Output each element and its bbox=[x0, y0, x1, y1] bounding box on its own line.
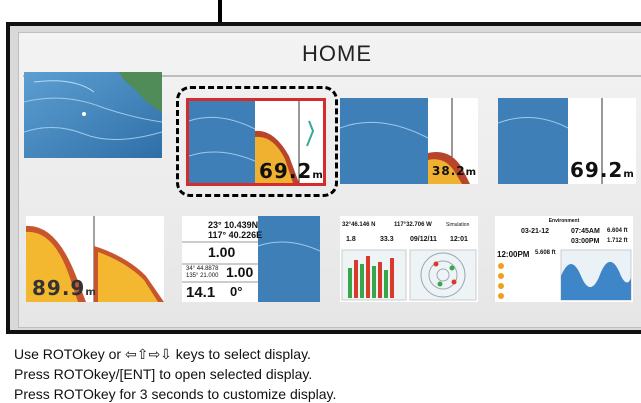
data-value-2: 1.00 bbox=[226, 264, 254, 280]
instrument-gauges bbox=[341, 249, 477, 301]
depth-value: 69.2 bbox=[570, 158, 624, 182]
selection-highlight bbox=[176, 86, 338, 197]
depth-readout: 69.2m bbox=[570, 158, 635, 182]
display-thumbnail-chart[interactable] bbox=[24, 72, 162, 158]
display-thumbnail-nav-data[interactable]: 23° 10.439N 117° 40.226E 1.00 34° 44.887… bbox=[182, 216, 320, 302]
instruction-line-open: Press ROTOkey/[ENT] to open selected dis… bbox=[14, 366, 313, 382]
time-text: 12:01 bbox=[450, 236, 468, 243]
display-thumbnail-instruments[interactable]: 32°46.146 N 117°32.706 W Simulation 1.8 … bbox=[340, 216, 478, 302]
mode-text: Simulation bbox=[446, 222, 470, 228]
date-text: 09/12/11 bbox=[410, 236, 437, 243]
data-value-1: 1.8 bbox=[346, 236, 356, 243]
heading-value: 0° bbox=[230, 284, 243, 299]
display-thumbnail-chart-sounder-2[interactable]: 38.2m bbox=[340, 98, 478, 184]
depth-unit: m bbox=[465, 167, 478, 178]
display-thumbnail-chart-sounder-3[interactable]: 69.2m bbox=[498, 98, 636, 184]
waypoint-position: 34° 44.8878 135° 21.000 bbox=[186, 266, 218, 280]
waypoint-lat: 34° 44.8878 bbox=[186, 266, 219, 272]
depth-unit: m bbox=[623, 169, 635, 180]
data-value-1: 1.00 bbox=[208, 244, 236, 260]
depth-unit: m bbox=[85, 287, 97, 298]
instruction-line-select: Use ROTOkey or ⇦⇧⇨⇩ keys to select displ… bbox=[14, 346, 311, 362]
position-readout: 23° 10.439N 117° 40.226E bbox=[208, 220, 262, 240]
depth-readout: 38.2m bbox=[432, 164, 477, 178]
depth-value: 89.9 bbox=[32, 276, 86, 300]
data-value-2: 33.3 bbox=[380, 236, 394, 243]
speed-value: 14.1 bbox=[186, 284, 216, 301]
longitude-text: 117°32.706 W bbox=[394, 222, 432, 228]
depth-readout: 89.9m bbox=[32, 276, 97, 300]
latitude-text: 23° 10.439N bbox=[208, 220, 259, 230]
waypoint-lon: 135° 21.000 bbox=[186, 273, 219, 279]
tide-graph bbox=[498, 249, 632, 301]
instructions: Use ROTOkey or ⇦⇧⇨⇩ keys to select displ… bbox=[14, 344, 336, 403]
longitude-text: 117° 40.226E bbox=[208, 230, 263, 240]
display-thumbnail-sounder[interactable]: 89.9m bbox=[26, 216, 164, 302]
display-thumbnail-tide[interactable]: Environment 03-21-12 07:45AM 6.604 ft 03… bbox=[495, 216, 633, 302]
depth-value: 38.2 bbox=[432, 164, 466, 178]
latitude-text: 32°46.146 N bbox=[342, 222, 376, 228]
instruction-line-customize: Press ROTOkey for 3 seconds to customize… bbox=[14, 386, 337, 402]
page-title: HOME bbox=[302, 41, 372, 66]
chart-preview bbox=[24, 72, 162, 158]
